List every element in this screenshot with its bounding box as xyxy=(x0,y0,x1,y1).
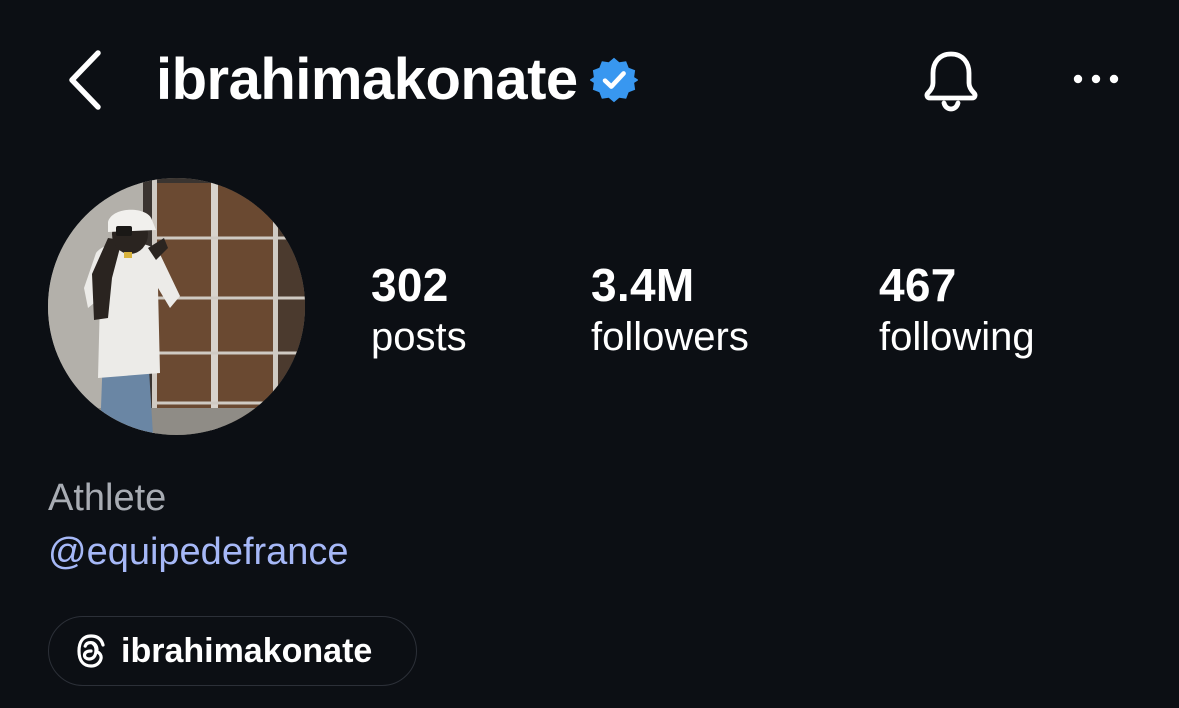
stat-followers-value: 3.4M xyxy=(591,259,695,311)
threads-icon xyxy=(77,634,105,668)
page-title: ibrahimakonate xyxy=(156,44,638,116)
username-text: ibrahimakonate xyxy=(156,47,578,112)
stat-following-label: following xyxy=(879,315,1035,359)
stat-followers[interactable]: 3.4M followers xyxy=(591,258,749,362)
chevron-left-icon xyxy=(69,50,101,110)
stat-following[interactable]: 467 following xyxy=(879,258,1035,362)
stat-following-value: 467 xyxy=(879,259,957,311)
avatar-photo xyxy=(48,178,305,435)
bio-category: Athlete xyxy=(48,477,167,519)
stat-posts-value: 302 xyxy=(371,259,449,311)
threads-username: ibrahimakonate xyxy=(121,631,373,670)
bell-icon xyxy=(924,51,978,112)
profile-avatar[interactable] xyxy=(48,178,305,435)
bio-mention-link[interactable]: @equipedefrance xyxy=(48,528,349,576)
stat-posts-label: posts xyxy=(371,315,467,359)
stat-followers-label: followers xyxy=(591,315,749,359)
back-button[interactable] xyxy=(58,48,110,112)
profile-header: ibrahimakonate xyxy=(0,0,1179,160)
notifications-button[interactable] xyxy=(916,46,986,116)
verified-badge-icon xyxy=(589,57,638,103)
more-horizontal-icon xyxy=(1073,74,1119,84)
threads-profile-button[interactable]: ibrahimakonate xyxy=(48,616,417,686)
more-options-button[interactable] xyxy=(1066,56,1126,102)
stat-posts[interactable]: 302 posts xyxy=(371,258,467,362)
